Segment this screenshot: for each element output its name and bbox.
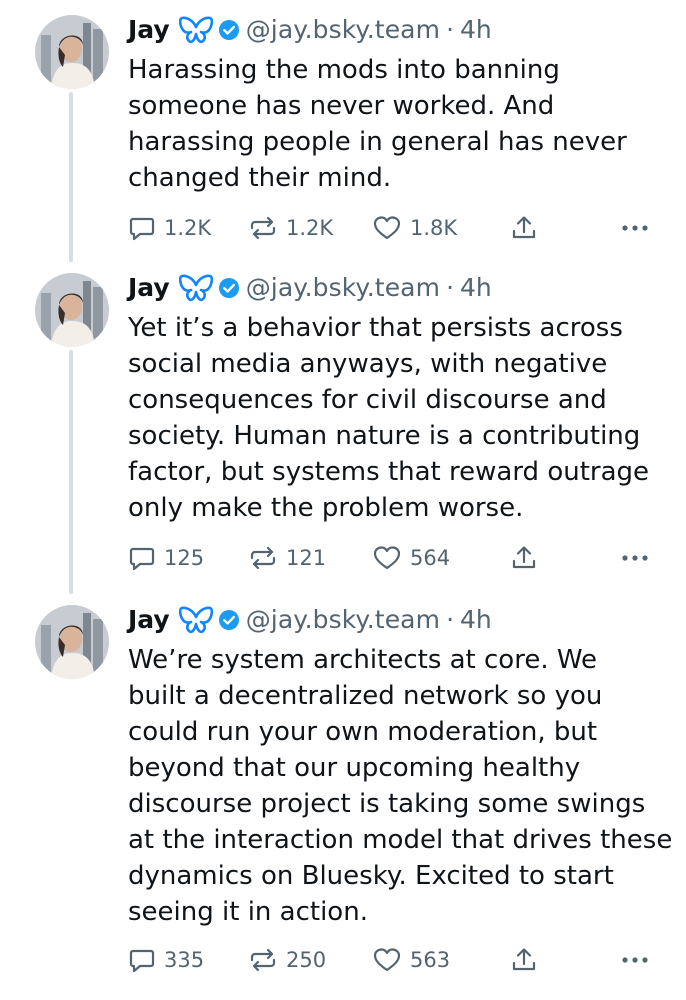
verified-badge-icon xyxy=(218,609,240,631)
post-header: Jay @jay.bsky.team · 4h xyxy=(128,12,492,48)
post-actions: 335 250 563 xyxy=(128,942,658,978)
avatar[interactable] xyxy=(35,605,109,679)
heart-icon xyxy=(372,544,402,572)
post-actions: 125 121 564 xyxy=(128,540,658,576)
avatar[interactable] xyxy=(35,15,109,89)
repost-count: 1.2K xyxy=(286,216,334,240)
post-text: We’re system architects at core. We buil… xyxy=(128,645,673,927)
more-options-icon[interactable] xyxy=(620,218,650,242)
like-count: 564 xyxy=(410,546,451,570)
reply-count: 125 xyxy=(164,546,205,570)
share-icon xyxy=(510,544,538,572)
like-count: 563 xyxy=(410,948,451,972)
like-button[interactable]: 563 xyxy=(372,942,450,978)
post[interactable]: Jay @jay.bsky.team · 4h We’re system arc… xyxy=(0,582,686,1000)
post-text: Yet it’s a behavior that persists across… xyxy=(128,313,650,523)
like-count: 1.8K xyxy=(410,216,458,240)
butterfly-icon xyxy=(178,274,213,302)
heart-icon xyxy=(372,214,402,242)
like-button[interactable]: 1.8K xyxy=(372,210,457,246)
thread-line xyxy=(69,582,73,592)
more-options-icon[interactable] xyxy=(620,950,650,974)
share-icon xyxy=(510,946,538,974)
reply-icon xyxy=(128,544,156,572)
heart-icon xyxy=(372,946,402,974)
thread-line xyxy=(69,92,73,262)
separator-dot: · xyxy=(446,15,455,44)
author-name[interactable]: Jay xyxy=(128,270,170,306)
post-timestamp[interactable]: 4h xyxy=(460,602,492,638)
like-button[interactable]: 564 xyxy=(372,540,450,576)
thread-line xyxy=(69,246,73,260)
reply-button[interactable]: 125 xyxy=(128,540,204,576)
repost-icon xyxy=(248,544,278,572)
repost-count: 250 xyxy=(286,948,327,972)
post-header: Jay @jay.bsky.team · 4h xyxy=(128,270,492,306)
author-name[interactable]: Jay xyxy=(128,602,170,638)
reply-count: 335 xyxy=(164,948,205,972)
reply-icon xyxy=(128,214,156,242)
thread-line xyxy=(69,350,73,594)
avatar[interactable] xyxy=(35,273,109,347)
reply-icon xyxy=(128,946,156,974)
butterfly-icon xyxy=(178,606,213,634)
separator-dot: · xyxy=(446,273,455,302)
author-name[interactable]: Jay xyxy=(128,12,170,48)
repost-icon xyxy=(248,946,278,974)
reply-button[interactable]: 335 xyxy=(128,942,204,978)
butterfly-icon xyxy=(178,16,213,44)
author-handle[interactable]: @jay.bsky.team xyxy=(246,270,440,306)
share-button[interactable] xyxy=(510,942,538,978)
post-actions: 1.2K 1.2K 1.8K xyxy=(128,210,658,246)
post-timestamp[interactable]: 4h xyxy=(460,270,492,306)
reply-count: 1.2K xyxy=(164,216,212,240)
share-icon xyxy=(510,214,538,242)
repost-button[interactable]: 250 xyxy=(248,942,326,978)
author-handle[interactable]: @jay.bsky.team xyxy=(246,12,440,48)
post[interactable]: Jay @jay.bsky.team · 4h Yet it’s a behav… xyxy=(0,246,686,594)
share-button[interactable] xyxy=(510,210,538,246)
author-handle[interactable]: @jay.bsky.team xyxy=(246,602,440,638)
post-timestamp[interactable]: 4h xyxy=(460,12,492,48)
separator-dot: · xyxy=(446,605,455,634)
post[interactable]: Jay @jay.bsky.team · 4h Harassing the mo… xyxy=(0,0,686,262)
reply-button[interactable]: 1.2K xyxy=(128,210,211,246)
verified-badge-icon xyxy=(218,277,240,299)
verified-badge-icon xyxy=(218,19,240,41)
post-header: Jay @jay.bsky.team · 4h xyxy=(128,602,492,638)
repost-button[interactable]: 1.2K xyxy=(248,210,333,246)
repost-icon xyxy=(248,214,278,242)
more-options-icon[interactable] xyxy=(620,548,650,572)
repost-button[interactable]: 121 xyxy=(248,540,326,576)
repost-count: 121 xyxy=(286,546,327,570)
post-text: Harassing the mods into banning someone … xyxy=(128,55,627,193)
share-button[interactable] xyxy=(510,540,538,576)
